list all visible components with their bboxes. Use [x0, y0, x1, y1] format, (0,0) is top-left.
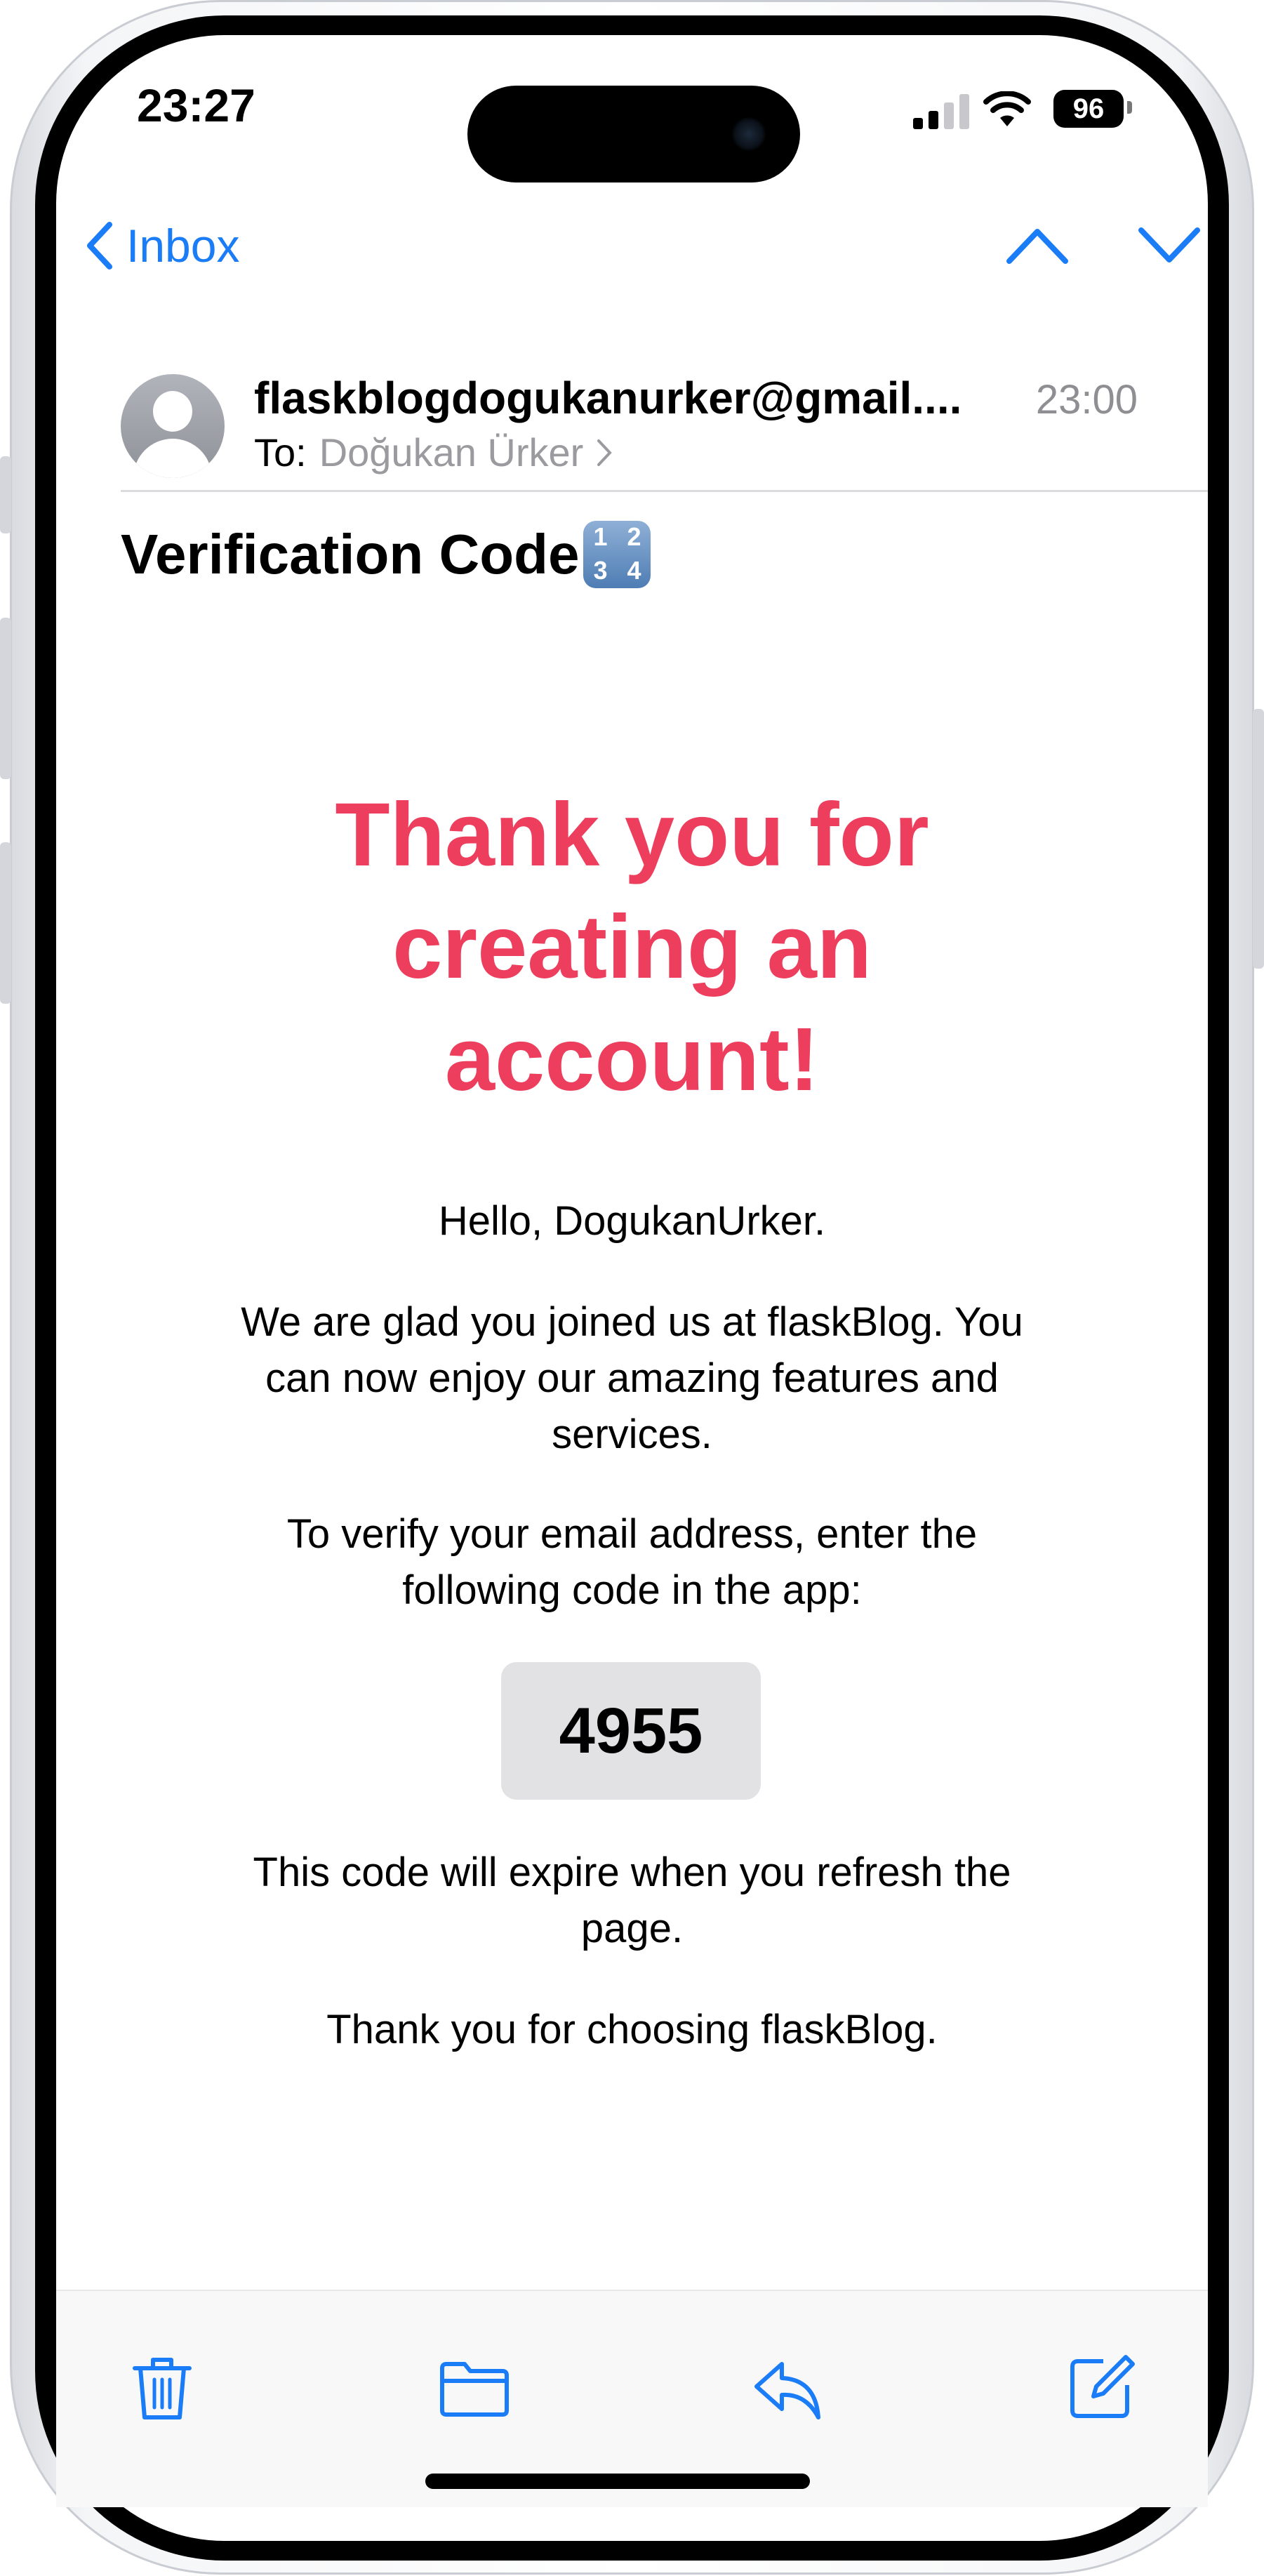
status-icons: 96	[913, 88, 1132, 131]
reply-icon	[754, 2362, 820, 2419]
welcome-paragraph: We are glad you joined us at flaskBlog. …	[56, 1294, 1208, 1463]
to-label: To:	[254, 430, 307, 474]
home-indicator[interactable]	[425, 2474, 810, 2489]
folder-icon	[440, 2362, 509, 2417]
emoji-digit: 2	[627, 522, 641, 551]
next-message-button[interactable]	[1137, 225, 1202, 270]
welcome-line: We are glad you joined us at flaskBlog. …	[241, 1299, 1023, 1345]
header-divider	[121, 490, 1208, 492]
headline-line: Thank you for	[335, 785, 929, 885]
welcome-line: can now enjoy our amazing features and	[265, 1355, 999, 1401]
delete-button[interactable]	[132, 2354, 192, 2426]
closing-line: Thank you for choosing flaskBlog.	[326, 2007, 938, 2052]
mail-nav-bar: Inbox	[56, 197, 1208, 309]
battery-indicator: 96	[1053, 90, 1124, 128]
wifi-icon	[983, 91, 1031, 126]
action-button	[0, 456, 11, 533]
welcome-line: services.	[552, 1412, 712, 1457]
verification-code[interactable]: 4955	[501, 1662, 761, 1800]
chevron-down-icon	[1138, 227, 1200, 263]
avatar-body-shape	[133, 439, 212, 478]
verify-line: To verify your email address, enter the	[286, 1511, 978, 1557]
compose-icon	[1070, 2355, 1135, 2418]
phone-screen: 23:27 96 Inbox flaskblogdogukanurker@gma…	[56, 35, 1208, 2541]
recipient-line[interactable]: To: Doğukan Ürker	[254, 430, 613, 475]
headline-line: creating an	[392, 897, 872, 997]
emoji-digit: 4	[627, 556, 641, 585]
status-time: 23:27	[137, 79, 255, 131]
emoji-digit: 3	[593, 556, 608, 585]
greeting-text: Hello, DogukanUrker.	[56, 1193, 1208, 1249]
front-camera	[731, 117, 766, 152]
signal-icon	[913, 94, 969, 129]
expire-line: page.	[580, 1906, 684, 1951]
verify-paragraph: To verify your email address, enter the …	[56, 1506, 1208, 1619]
email-headline: Thank you for creating an account!	[56, 779, 1208, 1116]
battery-tip	[1127, 101, 1132, 114]
compose-button[interactable]	[1067, 2351, 1137, 2425]
expire-line: This code will expire when you refresh t…	[253, 1850, 1011, 1895]
dynamic-island	[467, 86, 800, 182]
verify-line: following code in the app:	[402, 1567, 862, 1613]
emoji-digit: 1	[593, 522, 608, 551]
sender-address[interactable]: flaskblogdogukanurker@gmail....	[254, 372, 991, 424]
chevron-left-icon	[87, 222, 112, 270]
move-to-folder-button[interactable]	[438, 2360, 511, 2421]
greeting-line: Hello, DogukanUrker.	[438, 1198, 826, 1244]
chevron-right-icon	[597, 439, 613, 466]
previous-message-button[interactable]	[1005, 225, 1070, 270]
back-label: Inbox	[126, 220, 240, 272]
avatar-head-shape	[153, 391, 192, 432]
volume-up-button	[0, 618, 11, 779]
power-button	[1253, 709, 1264, 969]
volume-down-button	[0, 842, 11, 1004]
closing-paragraph: Thank you for choosing flaskBlog.	[56, 2002, 1208, 2058]
expire-paragraph: This code will expire when you refresh t…	[56, 1845, 1208, 1957]
message-subject: Verification Code 1 2 3 4	[121, 521, 651, 588]
received-time: 23:00	[1035, 377, 1138, 423]
recipient-name: Doğukan Ürker	[319, 430, 584, 474]
message-header: flaskblogdogukanurker@gmail.... 23:00 To…	[56, 309, 1208, 491]
headline-line: account!	[444, 1009, 820, 1110]
sender-avatar[interactable]	[121, 374, 225, 478]
reply-button[interactable]	[751, 2358, 824, 2425]
back-to-inbox-button[interactable]: Inbox	[84, 219, 239, 272]
trash-icon	[133, 2358, 192, 2419]
input-numbers-emoji-icon: 1 2 3 4	[583, 521, 651, 588]
chevron-up-icon	[1006, 229, 1068, 264]
subject-text: Verification Code	[121, 523, 580, 585]
